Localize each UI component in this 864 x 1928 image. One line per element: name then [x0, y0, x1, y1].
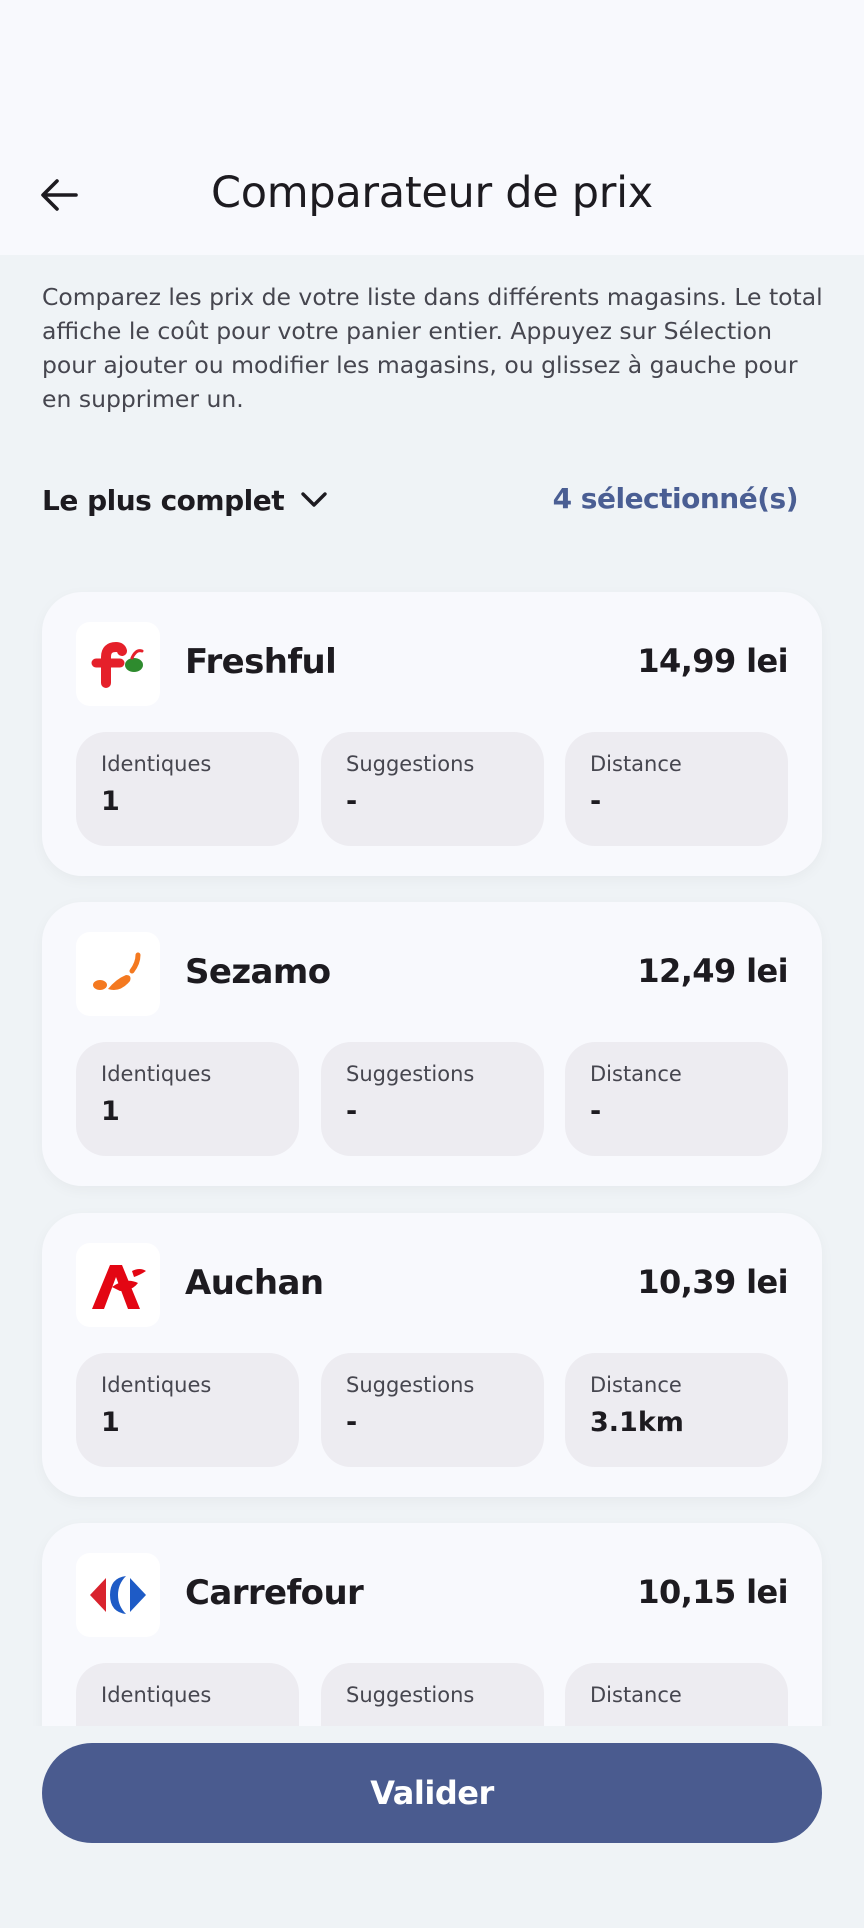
store-price: 10,15 lei	[637, 1573, 788, 1611]
chevron-down-icon	[301, 492, 327, 507]
top-app-bar: Comparateur de prix	[0, 0, 864, 255]
store-price: 14,99 lei	[637, 642, 788, 680]
stat-distance: Distance 3.1km	[565, 1353, 788, 1467]
stat-value: 3.1km	[590, 1407, 684, 1438]
store-card-freshful[interactable]: Freshful 14,99 lei Identiques 1 Suggesti…	[42, 592, 822, 876]
stat-label: Suggestions	[346, 1062, 475, 1086]
stat-suggestions: Suggestions	[321, 1663, 544, 1726]
stat-identical: Identiques	[76, 1663, 299, 1726]
stat-label: Identiques	[101, 1683, 212, 1707]
stat-suggestions: Suggestions -	[321, 1353, 544, 1467]
description-text: Comparez les prix de votre liste dans di…	[42, 283, 823, 413]
stat-value: 1	[101, 786, 120, 817]
stat-label: Distance	[590, 1062, 682, 1086]
stat-value: -	[346, 1096, 358, 1127]
stat-label: Identiques	[101, 1373, 212, 1397]
stat-label: Distance	[590, 1683, 682, 1707]
store-card-sezamo[interactable]: Sezamo 12,49 lei Identiques 1 Suggestion…	[42, 902, 822, 1186]
store-name: Auchan	[185, 1263, 324, 1303]
carrefour-logo	[76, 1553, 160, 1637]
stat-value: -	[590, 1096, 602, 1127]
auchan-logo	[76, 1243, 160, 1327]
stat-label: Identiques	[101, 752, 212, 776]
stat-identical: Identiques 1	[76, 732, 299, 846]
sort-dropdown[interactable]: Le plus complet	[42, 478, 328, 522]
stat-label: Distance	[590, 1373, 682, 1397]
stat-identical: Identiques 1	[76, 1353, 299, 1467]
stat-label: Identiques	[101, 1062, 212, 1086]
stat-label: Suggestions	[346, 1683, 475, 1707]
stat-suggestions: Suggestions -	[321, 732, 544, 846]
freshful-logo	[76, 622, 160, 706]
bottom-action-area: Valider	[0, 1726, 864, 1928]
stat-label: Suggestions	[346, 752, 475, 776]
store-name: Sezamo	[185, 952, 331, 992]
store-card-carrefour[interactable]: Carrefour 10,15 lei Identiques Suggestio…	[42, 1523, 822, 1726]
store-list[interactable]: Freshful 14,99 lei Identiques 1 Suggesti…	[0, 560, 864, 1726]
store-name: Freshful	[185, 642, 337, 682]
sort-label: Le plus complet	[42, 483, 285, 517]
stat-distance: Distance	[565, 1663, 788, 1726]
store-price: 12,49 lei	[637, 952, 788, 990]
stat-label: Suggestions	[346, 1373, 475, 1397]
stat-suggestions: Suggestions -	[321, 1042, 544, 1156]
stat-distance: Distance -	[565, 1042, 788, 1156]
stat-value: -	[346, 1407, 358, 1438]
stat-value: 1	[101, 1096, 120, 1127]
page-title: Comparateur de prix	[211, 168, 653, 218]
store-price: 10,39 lei	[637, 1263, 788, 1301]
store-card-auchan[interactable]: Auchan 10,39 lei Identiques 1 Suggestion…	[42, 1213, 822, 1497]
stat-distance: Distance -	[565, 732, 788, 846]
store-name: Carrefour	[185, 1573, 364, 1613]
selection-link[interactable]: 4 sélectionné(s)	[553, 482, 799, 515]
stat-value: -	[346, 786, 358, 817]
stat-value: -	[590, 786, 602, 817]
stat-value: 1	[101, 1407, 120, 1438]
sezamo-logo	[76, 932, 160, 1016]
stat-label: Distance	[590, 752, 682, 776]
validate-button[interactable]: Valider	[42, 1743, 822, 1843]
stat-identical: Identiques 1	[76, 1042, 299, 1156]
